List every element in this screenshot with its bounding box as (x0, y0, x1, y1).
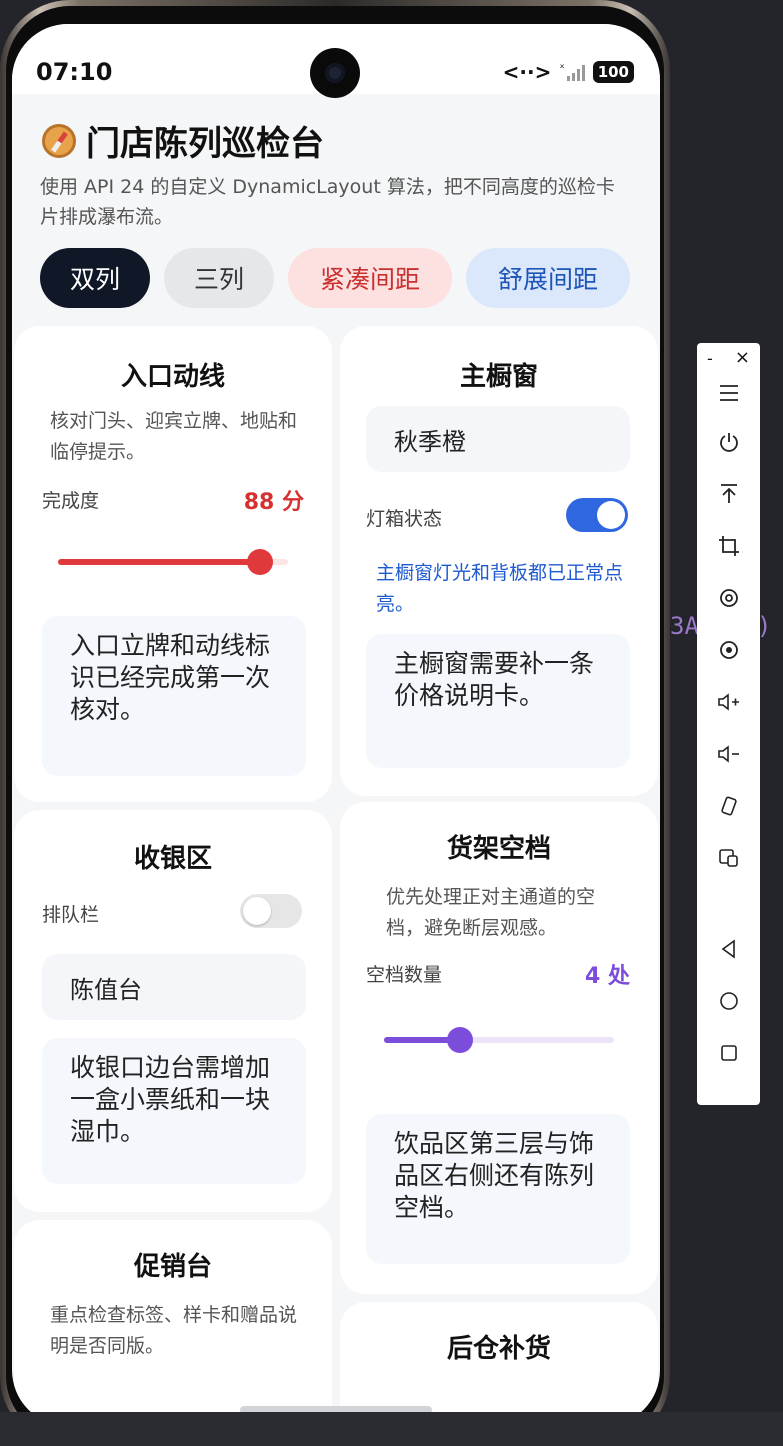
page-title-text: 门店陈列巡检台 (86, 124, 324, 164)
card-title: 后仓补货 (446, 1334, 551, 1364)
card-promo: 促销台 重点检查标签、样卡和赠品说明是否同版。 (14, 1220, 332, 1426)
note-box: 入口立牌和动线标识已经完成第一次核对。 (42, 616, 306, 776)
status-bar: 07:10 <··> ˣ 100 (12, 24, 660, 98)
card-title: 入口动线 (120, 362, 225, 392)
card-main-window: 主橱窗 秋季橙 灯箱状态 主橱窗灯光和背板都已正常点亮。 主橱窗需要补一条价格说… (340, 326, 658, 796)
volume-down-icon[interactable] (697, 743, 760, 770)
desktop-bottom-strip (0, 1412, 783, 1446)
completion-value: 88 分 (243, 490, 304, 515)
pin-top-icon[interactable] (697, 483, 760, 510)
slider-thumb[interactable] (446, 1027, 473, 1053)
card-title: 主橱窗 (459, 362, 538, 392)
crop-icon[interactable] (697, 535, 760, 562)
toggle-knob (597, 501, 625, 529)
phone-screen: 07:10 <··> ˣ 100 门店陈列巡检台 使用 API 24 的自定义 … (12, 24, 660, 1426)
chip-two-columns[interactable]: 双列 (40, 248, 150, 308)
lightbox-label: 灯箱状态 (366, 508, 443, 530)
slider-fill (58, 559, 261, 565)
card-description: 优先处理正对主通道的空档，避免断层观感。 (386, 886, 596, 939)
shake-icon[interactable] (697, 795, 760, 822)
battery-icon: 100 (592, 61, 634, 83)
card-title: 促销台 (133, 1252, 212, 1282)
nfc-icon: <··> (502, 60, 552, 84)
close-button[interactable]: × (735, 347, 750, 368)
no-signal-mark: ˣ (559, 61, 565, 75)
volume-up-icon[interactable] (697, 691, 760, 718)
queue-label: 排队栏 (42, 904, 100, 926)
chip-three-columns[interactable]: 三列 (164, 248, 274, 308)
power-icon[interactable] (697, 431, 760, 458)
lightbox-toggle[interactable] (566, 498, 628, 532)
counter-field[interactable]: 陈值台 (42, 954, 306, 1020)
recents-icon[interactable] (697, 1043, 760, 1068)
menu-icon[interactable] (697, 383, 760, 407)
theme-field[interactable]: 秋季橙 (366, 406, 630, 472)
layout-chips: 双列 三列 紧凑间距 舒展间距 (40, 248, 630, 308)
front-camera (310, 48, 360, 98)
note-box: 主橱窗需要补一条价格说明卡。 (366, 634, 630, 768)
card-title: 收银区 (133, 844, 212, 874)
gap-count-value: 4 处 (585, 964, 630, 989)
chip-compact-spacing[interactable]: 紧凑间距 (288, 248, 452, 308)
toggle-knob (243, 897, 271, 925)
completion-slider[interactable] (58, 549, 288, 575)
note-box: 收银口边台需增加一盒小票纸和一块湿巾。 (42, 1038, 306, 1184)
card-checkout: 收银区 排队栏 陈值台 收银口边台需增加一盒小票纸和一块湿巾。 (14, 810, 332, 1212)
chip-relaxed-spacing[interactable]: 舒展间距 (466, 248, 630, 308)
page-title: 门店陈列巡检台 (42, 116, 324, 165)
emulator-toolbar: - × (697, 343, 760, 1105)
multi-window-icon[interactable] (697, 847, 760, 874)
compass-icon (42, 123, 76, 158)
card-description: 核对门头、迎宾立牌、地贴和临停提示。 (50, 410, 298, 463)
card-description: 重点检查标签、样卡和赠品说明是否同版。 (50, 1304, 298, 1357)
gap-count-slider[interactable] (384, 1027, 614, 1053)
lightbox-status: 主橱窗灯光和背板都已正常点亮。 (376, 562, 624, 615)
gap-count-label: 空档数量 (366, 964, 443, 986)
screenshot-icon[interactable] (697, 639, 760, 666)
system-icons: <··> ˣ 100 (503, 60, 634, 84)
note-box: 饮品区第三层与饰品区右侧还有陈列空档。 (366, 1114, 630, 1264)
page-description: 使用 API 24 的自定义 DynamicLayout 算法，把不同高度的巡检… (40, 176, 615, 228)
queue-toggle[interactable] (240, 894, 302, 928)
signal-icon: ˣ (559, 61, 585, 81)
minimize-button[interactable]: - (707, 349, 713, 368)
completion-label: 完成度 (42, 490, 100, 512)
rotate-icon[interactable] (697, 587, 760, 614)
back-icon[interactable] (697, 939, 760, 964)
background-code-text: 3A (670, 612, 699, 640)
card-title: 货架空档 (446, 834, 551, 864)
card-shelf-gap: 货架空档 优先处理正对主通道的空档，避免断层观感。 空档数量 4 处 饮品区第三… (340, 802, 658, 1294)
home-icon[interactable] (697, 991, 760, 1016)
slider-thumb[interactable] (247, 549, 274, 575)
card-entrance: 入口动线 核对门头、迎宾立牌、地贴和临停提示。 完成度 88 分 入口立牌和动线… (14, 326, 332, 802)
status-time: 07:10 (36, 58, 113, 86)
